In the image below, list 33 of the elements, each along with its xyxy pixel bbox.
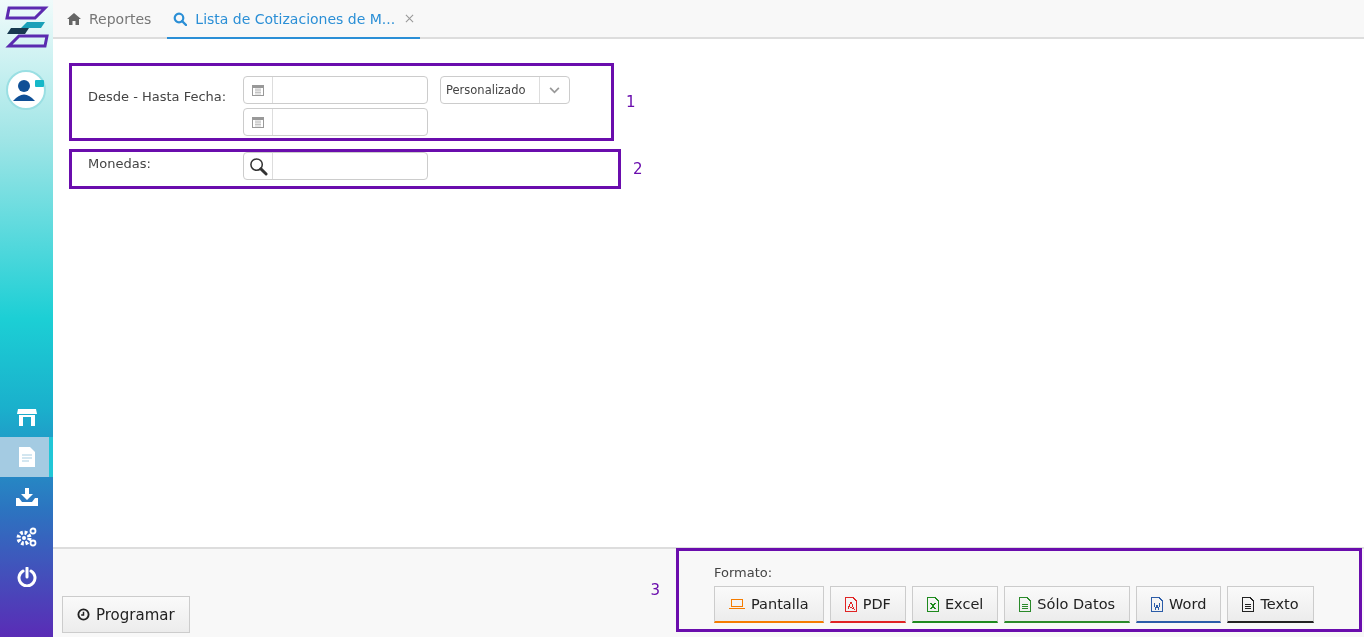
format-label: Formato: [714,565,774,580]
lookup-field[interactable] [243,152,428,180]
clock-icon [77,608,90,621]
calendar-icon [252,116,264,128]
field-label: Desde - Hasta Fecha: [88,88,228,104]
range-dropdown[interactable]: Personalizado [440,76,570,104]
magnifier-icon [248,156,268,176]
format-button[interactable]: Sólo Datos [1004,586,1131,623]
date-field[interactable] [243,108,428,136]
close-icon[interactable] [405,14,415,23]
annotation-number: 1 [626,93,636,111]
power-icon [16,567,37,587]
store-icon [16,407,37,427]
format-button[interactable]: Texto [1227,586,1314,623]
format-button[interactable]: Excel [911,586,999,623]
format-button[interactable]: Word [1136,586,1222,623]
tray-download-icon [15,488,38,506]
annotation-number: 2 [633,160,643,178]
schedule-button[interactable]: Programar [62,596,190,633]
format-button[interactable]: PDF [829,586,906,623]
document-icon [18,447,35,467]
field-label: Monedas: [88,155,152,171]
search-icon [173,11,188,26]
format-button[interactable]: Pantalla [714,586,824,623]
user-avatar-icon[interactable] [5,69,48,111]
gears-icon [15,527,38,547]
tab[interactable]: Reportes [61,0,158,39]
chevron-down-icon [549,86,560,94]
annotation-number: 3 [650,581,660,599]
calendar-icon [252,84,264,96]
home-icon [67,12,81,25]
logo-icon [4,6,49,48]
date-field[interactable] [243,76,428,104]
